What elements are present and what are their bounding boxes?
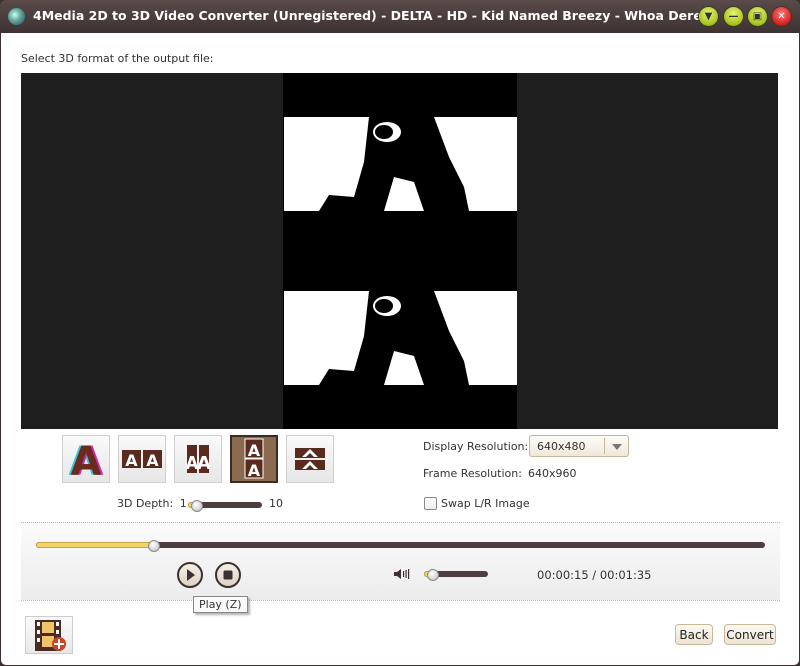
anaglyph-icon: A A A: [69, 439, 104, 485]
left-eye-image: [284, 117, 517, 211]
format-top-and-bottom-half-button[interactable]: [286, 435, 334, 483]
frame-resolution-label: Frame Resolution:: [423, 467, 522, 480]
svg-text:A: A: [248, 441, 261, 460]
minus-icon: —: [728, 11, 739, 22]
window-title: 4Media 2D to 3D Video Converter (Unregis…: [33, 8, 702, 23]
svg-text:A: A: [248, 461, 261, 480]
maximize-button[interactable]: ▣: [748, 7, 767, 26]
add-video-icon: [35, 620, 66, 651]
volume-thumb[interactable]: [427, 569, 439, 581]
format-side-by-side-half-button[interactable]: A A: [174, 435, 222, 483]
progress-thumb[interactable]: [148, 540, 160, 552]
minimize-button[interactable]: —: [724, 7, 743, 26]
frame-resolution-value: 640x960: [528, 467, 577, 480]
display-resolution-label: Display Resolution:: [423, 440, 529, 453]
back-button[interactable]: Back: [675, 624, 713, 645]
time-display: 00:00:15 / 00:01:35: [537, 568, 652, 582]
video-preview: [21, 73, 778, 429]
top-and-bottom-icon: A A: [244, 438, 264, 480]
dropdown-arrow-icon: [612, 444, 622, 450]
depth-label-text: 3D Depth:: [117, 497, 174, 510]
format-top-and-bottom-button[interactable]: A A: [230, 435, 278, 483]
volume-icon[interactable]: [394, 568, 410, 580]
play-tooltip: Play (Z): [193, 596, 248, 613]
close-button[interactable]: ✕: [772, 7, 791, 26]
right-eye-image: [284, 291, 517, 385]
top-and-bottom-half-icon: [295, 448, 325, 470]
progress-fill: [36, 542, 153, 548]
play-button[interactable]: [177, 562, 203, 588]
play-icon: [187, 569, 195, 581]
close-icon: ✕: [777, 11, 786, 22]
depth-min: 1: [179, 497, 187, 510]
svg-text:A: A: [125, 451, 138, 470]
depth-slider-thumb[interactable]: [191, 500, 203, 512]
format-anaglyph-button[interactable]: A A A: [62, 435, 110, 485]
convert-button[interactable]: Convert: [724, 624, 776, 645]
divider: [21, 600, 780, 601]
select-divider: [604, 438, 605, 454]
maximize-icon: ▣: [752, 11, 763, 22]
menu-button[interactable]: ▼: [699, 7, 718, 26]
depth-max: 10: [269, 497, 283, 510]
svg-text:A: A: [71, 439, 102, 482]
display-resolution-select[interactable]: 640x480: [529, 435, 629, 457]
depth-label: 3D Depth: 1: [117, 497, 187, 510]
stop-button[interactable]: [215, 562, 241, 588]
player-panel: [21, 523, 780, 600]
svg-text:A: A: [146, 451, 159, 470]
display-resolution-value: 640x480: [537, 440, 586, 453]
add-video-button[interactable]: [25, 616, 73, 654]
side-by-side-half-icon: A A: [186, 445, 211, 474]
side-by-side-icon: A A: [122, 450, 162, 470]
stop-icon: [223, 570, 233, 580]
title-bar: 4Media 2D to 3D Video Converter (Unregis…: [0, 0, 800, 33]
format-side-by-side-button[interactable]: A A: [118, 435, 166, 483]
swap-lr-label: Swap L/R Image: [441, 497, 530, 510]
chevron-down-icon: ▼: [704, 11, 713, 22]
app-icon: [8, 8, 25, 25]
instruction-label: Select 3D format of the output file:: [21, 52, 214, 65]
preview-frame: [283, 73, 517, 429]
swap-lr-checkbox[interactable]: [424, 497, 437, 510]
main-panel: Select 3D format of the output file: A A…: [1, 33, 799, 665]
svg-text:A: A: [197, 453, 211, 474]
